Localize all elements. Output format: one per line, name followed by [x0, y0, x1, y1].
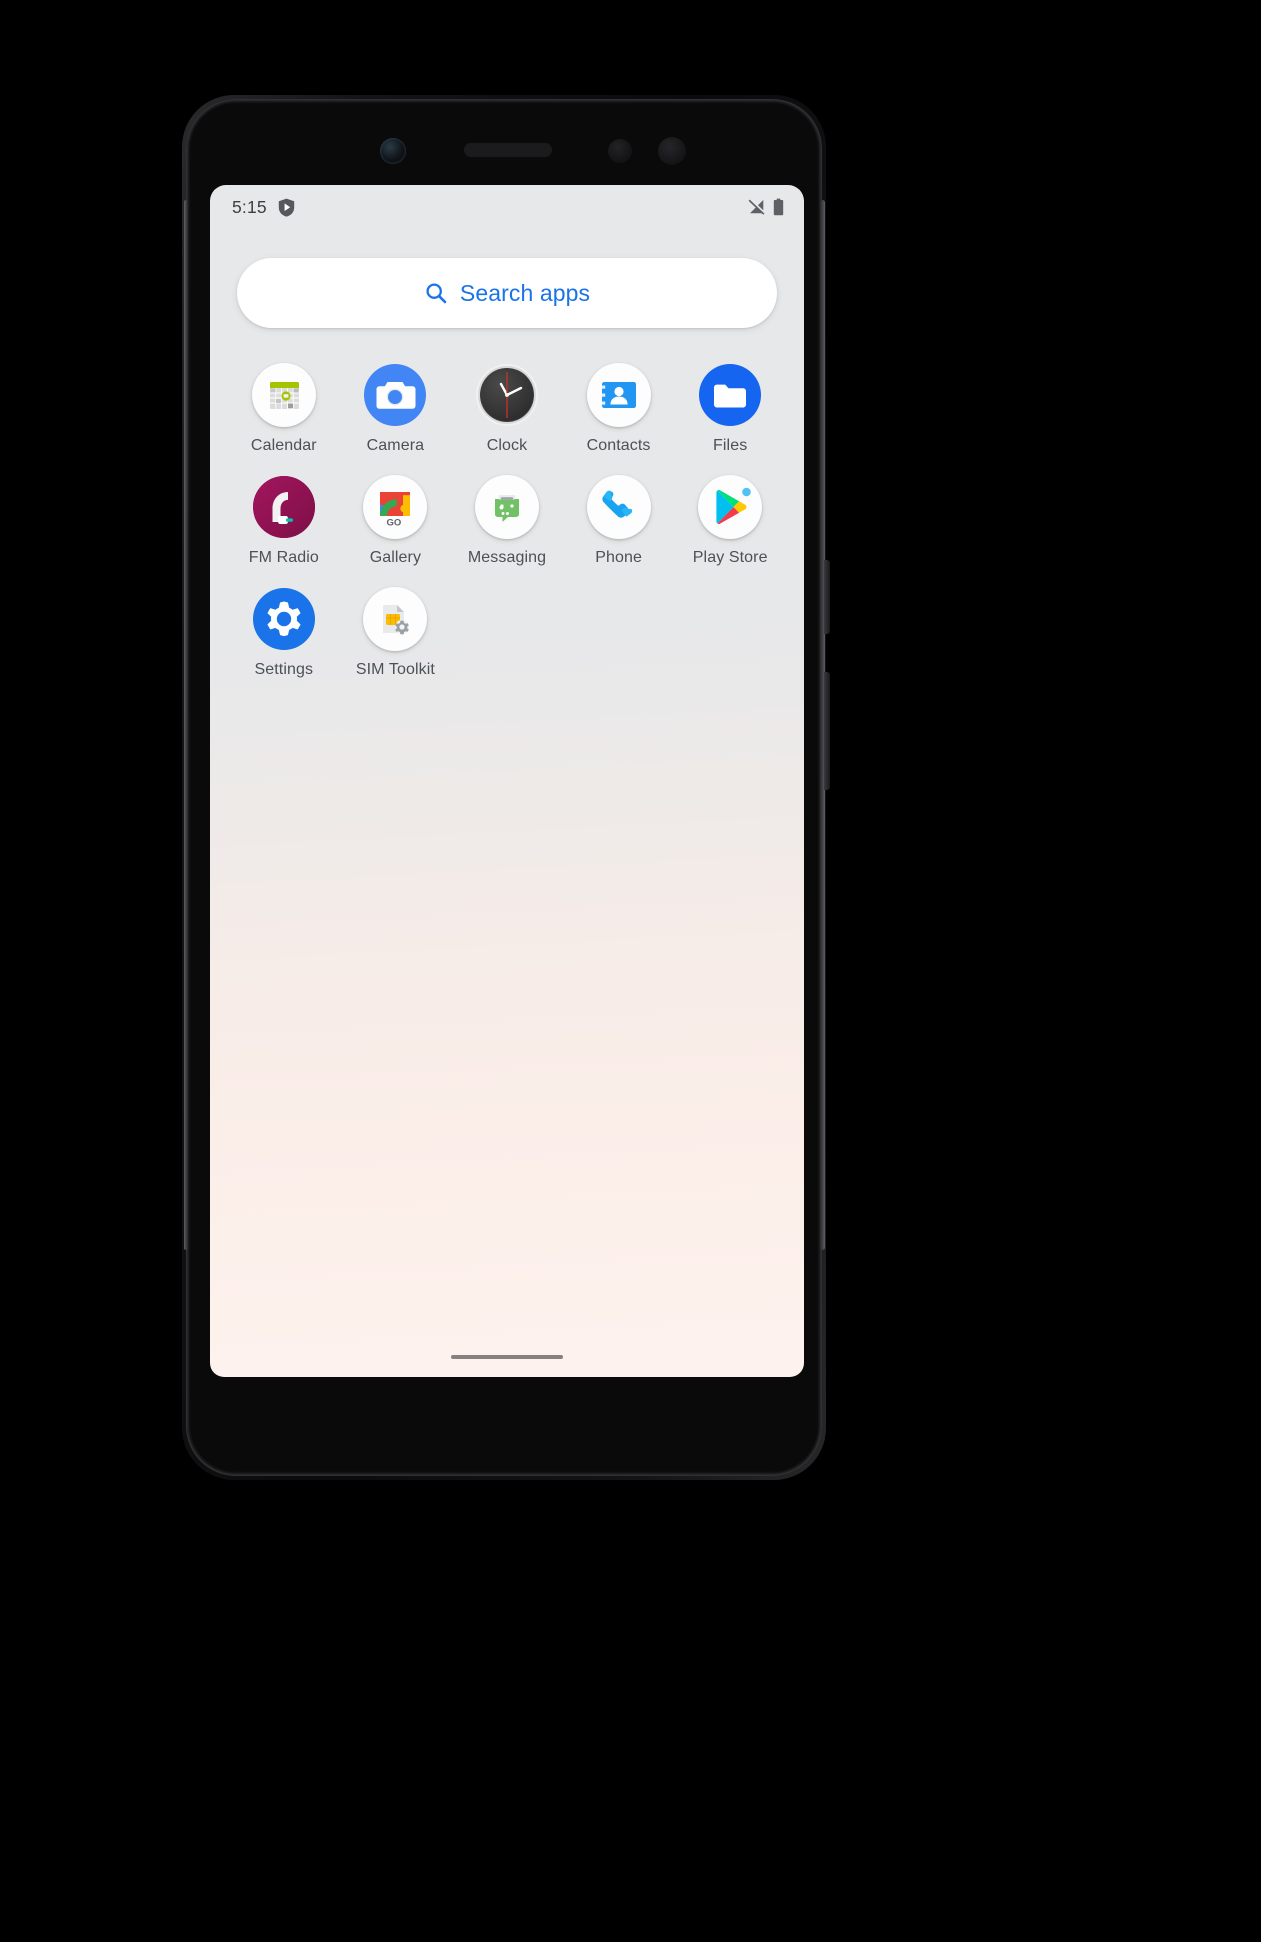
signal-off-icon: [748, 198, 766, 215]
earpiece-speaker: [464, 143, 552, 157]
app-label: Play Store: [692, 549, 768, 566]
phone-screen: 5:15 Search apps Calendar Camera Clock C…: [210, 185, 804, 1377]
home-gesture-pill[interactable]: [451, 1355, 563, 1359]
search-icon: [426, 283, 447, 304]
phone-icon: [586, 475, 651, 539]
app-label: Clock: [486, 437, 528, 454]
gallery-icon: GO: [363, 475, 428, 539]
app-item-clock[interactable]: Clock: [451, 363, 563, 475]
clock-icon: [475, 363, 539, 427]
app-label: Messaging: [467, 549, 547, 566]
sim-toolkit-icon: [363, 587, 428, 651]
app-label: Calendar: [250, 437, 317, 454]
app-item-camera[interactable]: Camera: [340, 363, 452, 475]
search-apps-bar[interactable]: Search apps: [237, 258, 777, 328]
app-item-sim-toolkit[interactable]: SIM Toolkit: [340, 587, 452, 699]
play-protect-shield-icon: [278, 198, 295, 217]
fm-radio-icon: [252, 475, 316, 539]
app-item-gallery[interactable]: GO Gallery: [340, 475, 452, 587]
calendar-icon: [251, 363, 316, 427]
svg-text:GO: GO: [387, 518, 402, 529]
front-camera-icon: [380, 138, 406, 164]
app-item-play-store[interactable]: Play Store: [674, 475, 786, 587]
status-bar-clock: 5:15: [232, 196, 267, 217]
app-item-files[interactable]: Files: [674, 363, 786, 475]
app-label: FM Radio: [248, 549, 319, 566]
app-item-phone[interactable]: Phone: [563, 475, 675, 587]
status-bar-right: [748, 198, 784, 216]
bezel-highlight-left: [184, 200, 188, 1250]
app-item-calendar[interactable]: Calendar: [228, 363, 340, 475]
app-item-settings[interactable]: Settings: [228, 587, 340, 699]
status-bar-left: 5:15: [232, 197, 295, 218]
screenshot-root: 5:15 Search apps Calendar Camera Clock C…: [0, 0, 1261, 1942]
files-icon: [698, 363, 762, 427]
status-bar: 5:15: [210, 185, 804, 229]
battery-icon: [773, 198, 784, 216]
app-item-messaging[interactable]: Messaging: [451, 475, 563, 587]
app-label: Phone: [595, 549, 642, 566]
app-label: Contacts: [586, 437, 651, 454]
proximity-sensor: [608, 139, 632, 163]
app-grid: Calendar Camera Clock Contacts Files FM …: [228, 363, 786, 699]
play-store-icon: [698, 475, 763, 539]
app-item-fm-radio[interactable]: FM Radio: [228, 475, 340, 587]
settings-icon: [252, 587, 316, 651]
app-label: Gallery: [369, 549, 422, 566]
volume-button[interactable]: [824, 672, 830, 790]
power-button[interactable]: [824, 560, 830, 634]
app-label: Settings: [254, 661, 314, 678]
app-label: Files: [713, 437, 748, 454]
contacts-icon: [586, 363, 651, 427]
camera-icon: [363, 363, 427, 427]
messaging-icon: [474, 475, 539, 539]
search-input-placeholder: Search apps: [459, 279, 591, 306]
app-label: Camera: [366, 437, 425, 454]
app-item-contacts[interactable]: Contacts: [563, 363, 675, 475]
app-label: SIM Toolkit: [355, 661, 435, 678]
ambient-light-sensor: [658, 137, 686, 165]
